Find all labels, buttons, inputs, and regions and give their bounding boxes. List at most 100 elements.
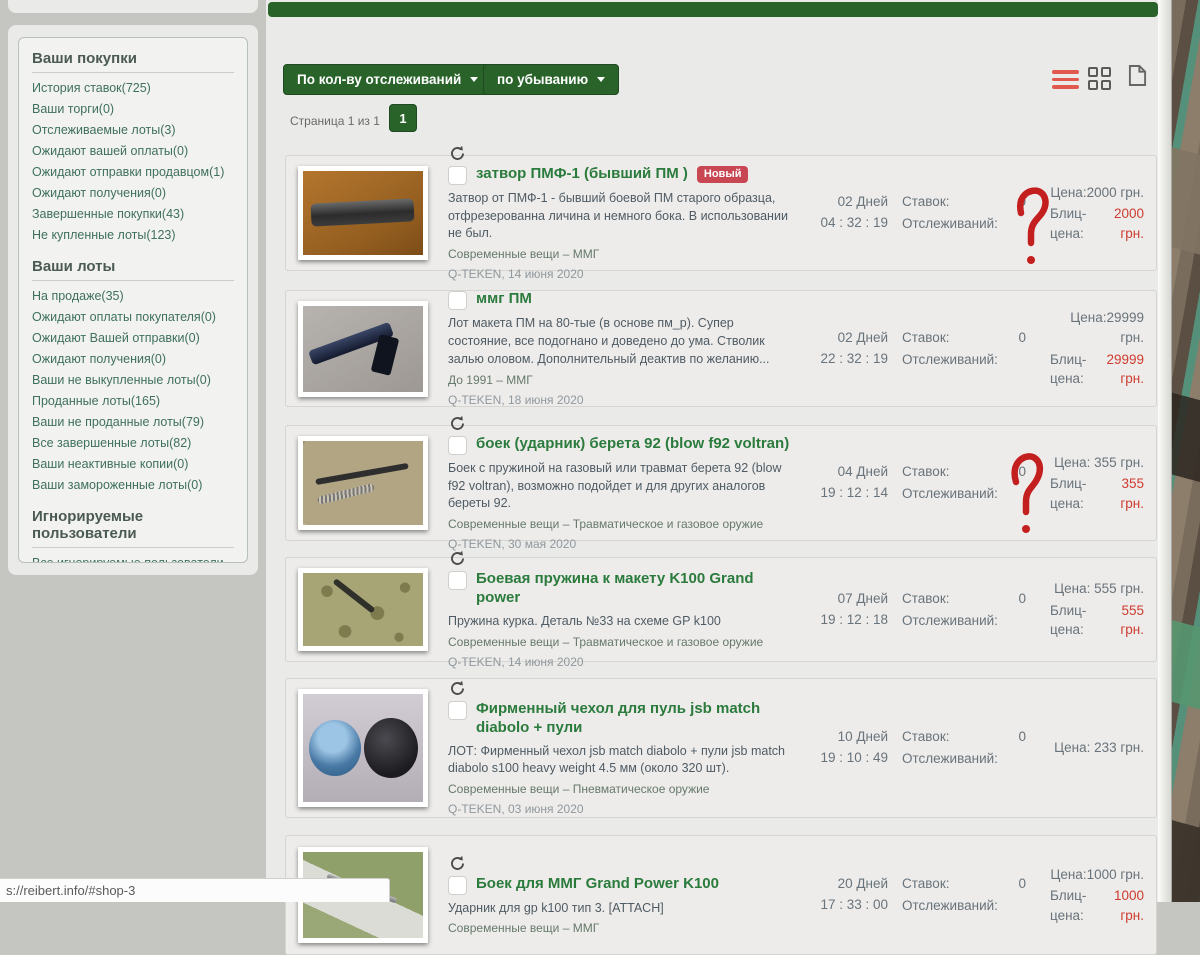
lot-description: Ударник для gp k100 тип 3. [ATTACH] — [448, 900, 790, 918]
grid-view-icon[interactable] — [1088, 67, 1111, 90]
refresh-icon[interactable] — [449, 550, 466, 567]
refresh-icon[interactable] — [449, 855, 466, 872]
countdown: 17 : 33 : 00 — [800, 895, 888, 916]
sidebar-item-bid-history[interactable]: История ставок(725) — [32, 81, 234, 96]
price: Цена: 555 грн. — [1050, 579, 1144, 599]
sidebar-item-awaiting-buyer-payment[interactable]: Ожидают оплаты покупателя(0) — [32, 310, 234, 325]
sidebar-item-awaiting-your-payment[interactable]: Ожидают вашей оплаты(0) — [32, 144, 234, 159]
select-checkbox[interactable] — [448, 571, 467, 590]
time-remaining: 02 Дней 04 : 32 : 19 — [800, 192, 888, 234]
select-checkbox[interactable] — [448, 166, 467, 185]
lot-price-block: Цена: 355 грн. Блиц-цена: 355 грн. — [1050, 453, 1144, 514]
lot-photo-firing-pin-spring[interactable] — [298, 436, 428, 530]
lot-info: боек (ударник) берета 92 (blow f92 voltr… — [448, 415, 800, 551]
sidebar-section-title-ignored-users: Игнорируемые пользователи — [32, 508, 234, 542]
lot-stats: Ставок:0 Отслеживаний: — [902, 191, 1026, 234]
lot-title-link[interactable]: Боек для ММГ Grand Power K100 — [476, 875, 719, 894]
bids-label: Ставок: — [902, 327, 949, 349]
sort-direction-label: по убыванию — [497, 72, 588, 87]
sidebar-item-awaiting-your-shipment[interactable]: Ожидают Вашей отправки(0) — [32, 331, 234, 346]
list-view-icon[interactable] — [1052, 70, 1079, 89]
lot-info: Боевая пружина к макету K100 Grand power… — [448, 550, 800, 668]
sort-direction-dropdown[interactable]: по убыванию — [483, 64, 619, 95]
sidebar-item-watched-lots[interactable]: Отслеживаемые лоты(3) — [32, 123, 234, 138]
sidebar-box-partial — [8, 0, 258, 13]
lot-category-link[interactable]: Современные вещи – ММГ — [448, 247, 790, 261]
sidebar-item-not-bought-lots[interactable]: Не купленные лоты(123) — [32, 228, 234, 243]
blitz-price-value: 355 грн. — [1095, 474, 1144, 513]
lot-seller-date-link[interactable]: Q-TEKEN, 30 мая 2020 — [448, 537, 790, 551]
lot-card-1: затвор ПМФ-1 (бывший ПМ ) Новый Затвор о… — [285, 155, 1157, 271]
price: Цена: 233 грн. — [1050, 738, 1144, 758]
spring-shape — [317, 483, 375, 505]
lot-category-link[interactable]: Современные вещи – ММГ — [448, 921, 790, 935]
blitz-price-value: 1000 грн. — [1095, 886, 1144, 925]
select-checkbox[interactable] — [448, 876, 467, 895]
countdown: 19 : 12 : 14 — [800, 483, 888, 504]
sidebar-item-unredeemed-lots[interactable]: Ваши не выкупленные лоты(0) — [32, 373, 234, 388]
price: Цена:2000 грн. — [1050, 183, 1144, 203]
lot-title-link[interactable]: боек (ударник) берета 92 (blow f92 voltr… — [476, 435, 789, 454]
days-left: 04 Дней — [800, 462, 888, 483]
sidebar-item-inactive-copies[interactable]: Ваши неактивные копии(0) — [32, 457, 234, 472]
sidebar-item-completed-purchases[interactable]: Завершенные покупки(43) — [32, 207, 234, 222]
lot-title-link[interactable]: Фирменный чехол для пуль jsb match diabo… — [476, 700, 790, 738]
lot-seller-date-link[interactable]: Q-TEKEN, 03 июня 2020 — [448, 802, 790, 816]
countdown: 04 : 32 : 19 — [800, 213, 888, 234]
sidebar-item-unsold-lots[interactable]: Ваши не проданные лоты(79) — [32, 415, 234, 430]
lot-seller-date-link[interactable]: Q-TEKEN, 18 июня 2020 — [448, 393, 790, 407]
lot-category-link[interactable]: Современные вещи – Травматическое и газо… — [448, 635, 790, 649]
lot-price-block: Цена: 233 грн. — [1050, 738, 1144, 758]
blue-tin-shape — [309, 720, 361, 776]
select-checkbox[interactable] — [448, 436, 467, 455]
lot-title-link[interactable]: Боевая пружина к макету K100 Grand power — [476, 570, 790, 608]
bids-label: Ставок: — [902, 873, 949, 895]
lot-title-link[interactable]: затвор ПМФ-1 (бывший ПМ ) — [476, 165, 688, 184]
sidebar-item-sold-lots[interactable]: Проданные лоты(165) — [32, 394, 234, 409]
sidebar-item-frozen-lots[interactable]: Ваши замороженные лоты(0) — [32, 478, 234, 493]
sidebar-item-awaiting-receipt-lots[interactable]: Ожидают получения(0) — [32, 352, 234, 367]
lot-info: затвор ПМФ-1 (бывший ПМ ) Новый Затвор о… — [448, 145, 800, 281]
lot-info: Боек для ММГ Grand Power K100 Ударник дл… — [448, 855, 800, 936]
sidebar-item-all-ignored-users[interactable]: Все игнорируемые пользователи — [32, 556, 234, 563]
lot-category-link[interactable]: Современные вещи – Пневматическое оружие — [448, 782, 790, 796]
lot-card-5: Фирменный чехол для пуль jsb match diabo… — [285, 678, 1157, 818]
lot-category-link[interactable]: Современные вещи – Травматическое и газо… — [448, 517, 790, 531]
sidebar-item-awaiting-receipt[interactable]: Ожидают получения(0) — [32, 186, 234, 201]
black-case-shape — [364, 718, 418, 778]
status-url: s://reibert.info/#shop-3 — [6, 883, 135, 898]
days-left: 20 Дней — [800, 874, 888, 895]
sidebar-section-title-your-lots: Ваши лоты — [32, 258, 234, 275]
watchers-label: Отслеживаний: — [902, 213, 998, 235]
lot-stats: Ставок:0 Отслеживаний: — [902, 327, 1026, 370]
refresh-icon[interactable] — [449, 680, 466, 697]
sidebar-item-all-completed-lots[interactable]: Все завершенные лоты(82) — [32, 436, 234, 451]
bids-value: 0 — [1018, 191, 1026, 213]
lot-photo-spring[interactable] — [298, 568, 428, 651]
sidebar-item-on-sale[interactable]: На продаже(35) — [32, 289, 234, 304]
new-badge: Новый — [697, 166, 749, 183]
page-1-button[interactable]: 1 — [389, 104, 417, 132]
watchers-label: Отслеживаний: — [902, 748, 998, 770]
refresh-icon[interactable] — [449, 145, 466, 162]
lot-stats: Ставок:0 Отслеживаний: — [902, 588, 1026, 631]
select-checkbox[interactable] — [448, 701, 467, 720]
sort-field-dropdown[interactable]: По кол-ву отслеживаний — [283, 64, 492, 95]
sidebar-item-your-auctions[interactable]: Ваши торги(0) — [32, 102, 234, 117]
blitz-price-value: 555 грн. — [1095, 601, 1144, 640]
select-checkbox[interactable] — [448, 291, 467, 310]
lot-photo-pellet-tins[interactable] — [298, 689, 428, 807]
lot-photo-pistol[interactable] — [298, 301, 428, 397]
lot-seller-date-link[interactable]: Q-TEKEN, 14 июня 2020 — [448, 267, 790, 281]
blitz-price-label: Блиц-цена: — [1050, 350, 1095, 389]
document-view-icon[interactable] — [1128, 64, 1147, 92]
lot-category-link[interactable]: До 1991 – ММГ — [448, 373, 790, 387]
lot-seller-date-link[interactable]: Q-TEKEN, 14 июня 2020 — [448, 655, 790, 669]
days-left: 07 Дней — [800, 589, 888, 610]
refresh-icon[interactable] — [449, 415, 466, 432]
lot-photo-pistol-slide[interactable] — [298, 166, 428, 260]
price: Цена:1000 грн. — [1050, 865, 1144, 885]
lot-description: Пружина курка. Деталь №33 на схеме GP k1… — [448, 613, 790, 631]
sidebar-item-awaiting-seller-shipment[interactable]: Ожидают отправки продавцом(1) — [32, 165, 234, 180]
lot-title-link[interactable]: ммг ПМ — [476, 290, 532, 309]
